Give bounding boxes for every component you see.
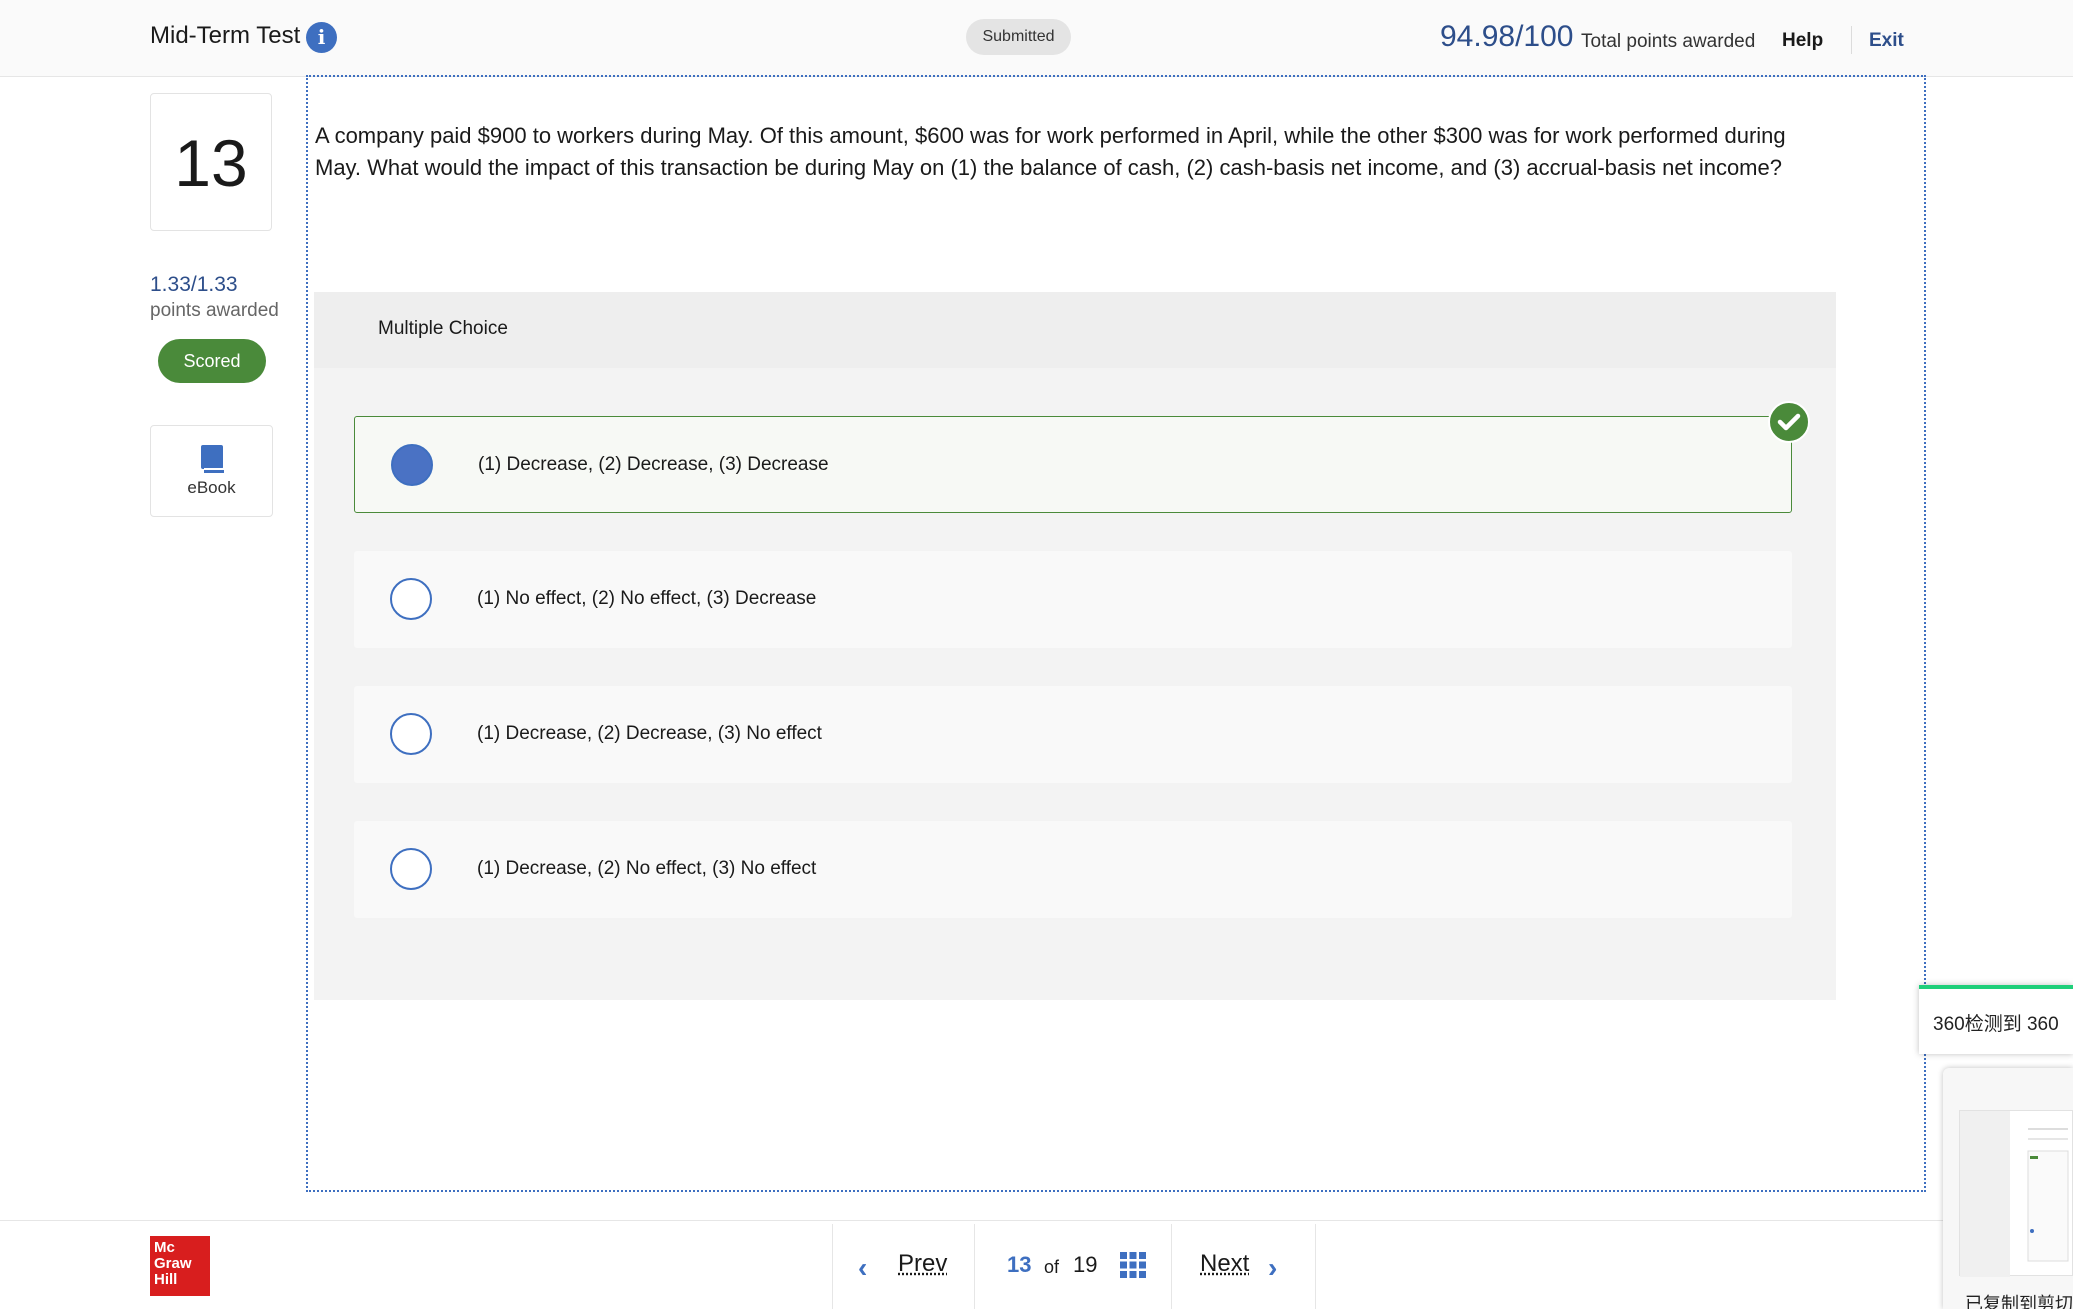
pager-divider <box>1171 1224 1172 1309</box>
question-text: A company paid $900 to workers during Ma… <box>315 123 1786 180</box>
chevron-left-icon[interactable]: ‹ <box>858 1252 867 1284</box>
status-badge: Submitted <box>966 19 1071 55</box>
answer-option-3[interactable]: (1) Decrease, (2) Decrease, (3) No effec… <box>354 686 1792 783</box>
total-score: 94.98/100 <box>1440 20 1574 53</box>
book-icon <box>201 445 224 473</box>
answer-option-1[interactable]: (1) Decrease, (2) Decrease, (3) Decrease <box>354 416 1792 513</box>
answer-option-2[interactable]: (1) No effect, (2) No effect, (3) Decrea… <box>354 551 1792 648</box>
answer-option-label: (1) Decrease, (2) Decrease, (3) No effec… <box>477 723 822 744</box>
current-page: 13 <box>1007 1252 1032 1277</box>
answer-option-label: (1) Decrease, (2) No effect, (3) No effe… <box>477 858 817 879</box>
radio-selected[interactable] <box>391 444 433 486</box>
total-pages: 19 <box>1073 1252 1098 1277</box>
answer-option-label: (1) Decrease, (2) Decrease, (3) Decrease <box>478 454 829 475</box>
radio-unselected[interactable] <box>390 713 432 755</box>
pager-divider <box>974 1224 975 1309</box>
correct-check-icon <box>1768 401 1810 443</box>
total-score-label: Total points awarded <box>1581 31 1756 52</box>
scored-badge: Scored <box>158 339 266 383</box>
question-number: 13 <box>150 93 272 231</box>
screenshot-thumbnail <box>1959 1110 2073 1277</box>
mcgraw-hill-logo: Mc Graw Hill <box>150 1236 210 1296</box>
footer-divider <box>0 1220 2073 1221</box>
screenshot-preview[interactable]: 已复制到剪切板 <box>1943 1068 2073 1309</box>
header-divider <box>1851 26 1852 54</box>
radio-unselected[interactable] <box>390 578 432 620</box>
answer-option-4[interactable]: (1) Decrease, (2) No effect, (3) No effe… <box>354 821 1792 918</box>
radio-unselected[interactable] <box>390 848 432 890</box>
prev-button[interactable]: Prev <box>898 1250 947 1278</box>
assignment-title: Mid-Term Test <box>150 22 301 49</box>
chevron-right-icon[interactable]: › <box>1268 1252 1277 1284</box>
ebook-button[interactable]: eBook <box>150 425 273 517</box>
page-of-label: of <box>1044 1257 1060 1277</box>
answer-option-label: (1) No effect, (2) No effect, (3) Decrea… <box>477 588 817 609</box>
exit-button[interactable]: Exit <box>1869 30 1904 52</box>
info-icon[interactable]: i <box>306 22 337 53</box>
copied-caption: 已复制到剪切板 <box>1965 1294 2073 1309</box>
logo-text: Mc Graw Hill <box>154 1239 192 1288</box>
help-button[interactable]: Help <box>1782 30 1823 52</box>
ebook-label: eBook <box>187 478 236 497</box>
answer-panel-header <box>314 292 1836 368</box>
question-points: 1.33/1.33 <box>150 273 238 296</box>
question-grid-icon[interactable] <box>1120 1252 1146 1278</box>
next-button[interactable]: Next <box>1200 1250 1249 1278</box>
question-type-label: Multiple Choice <box>378 318 508 339</box>
security-toast[interactable]: 360检测到 360 <box>1919 985 2073 1054</box>
points-awarded-label: points awarded <box>150 300 279 321</box>
